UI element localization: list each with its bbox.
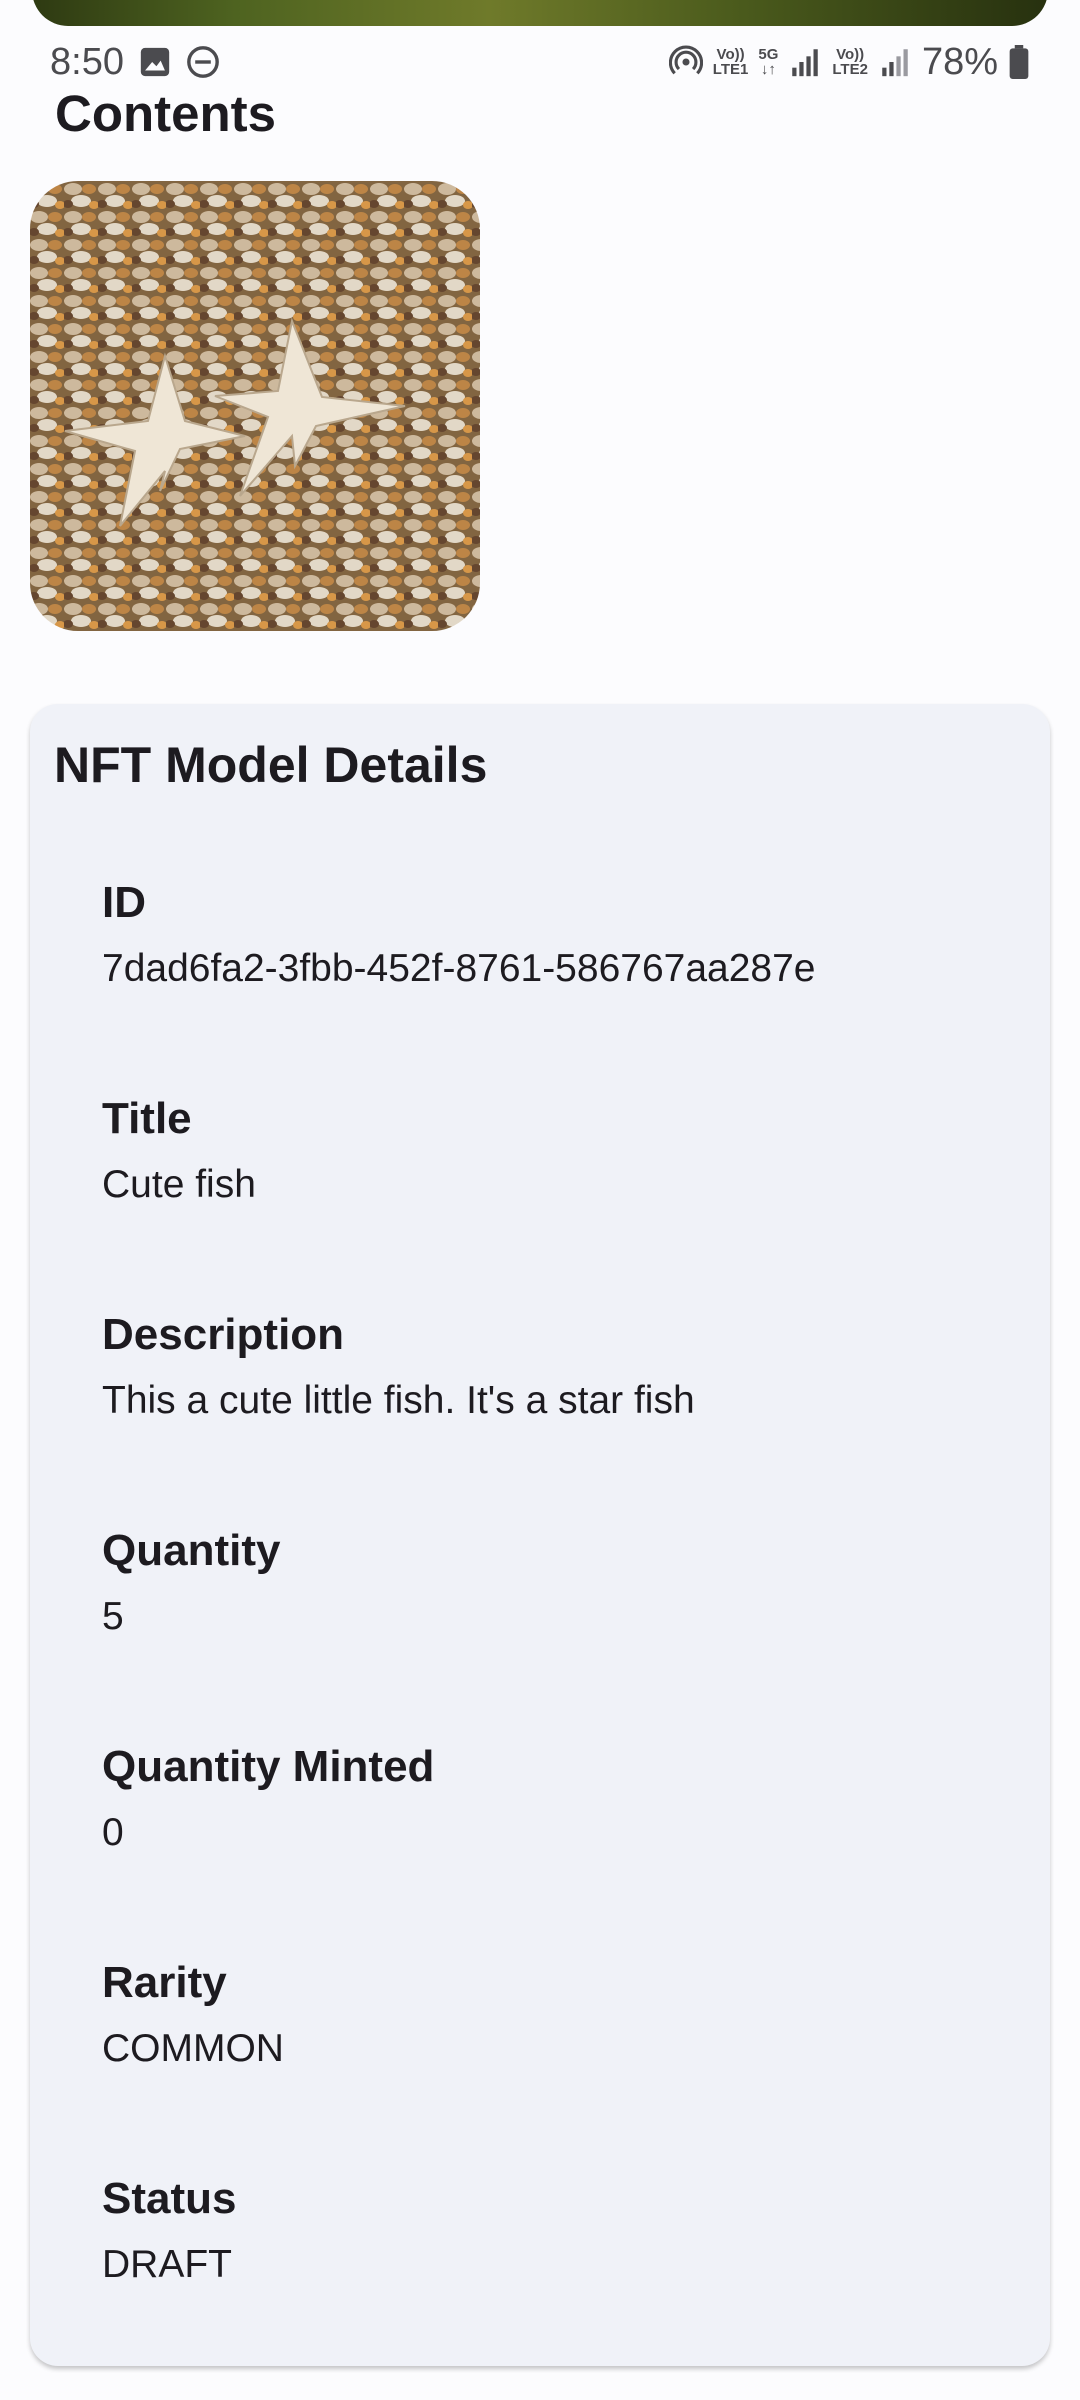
field-id: ID 7dad6fa2-3fbb-452f-8761-586767aa287e	[102, 874, 1002, 998]
status-right: Vo)) LTE1 5G ↓↑ Vo)) LTE2 78%	[668, 40, 1030, 84]
lte1-bottom: LTE1	[712, 61, 749, 78]
field-value: 7dad6fa2-3fbb-452f-8761-586767aa287e	[102, 947, 816, 990]
field-value: This a cute little fish. It's a star fis…	[102, 1379, 695, 1422]
battery-icon	[1009, 45, 1029, 79]
field-value: 0	[102, 1811, 124, 1854]
field-status: Status DRAFT	[102, 2170, 1002, 2294]
page-title: Contents	[55, 85, 276, 142]
do-not-disturb-icon	[187, 46, 219, 78]
battery-percentage: 78%	[921, 40, 998, 83]
field-label: Status	[102, 2174, 237, 2223]
field-label: Quantity Minted	[102, 1742, 435, 1791]
gallery-icon	[140, 47, 170, 77]
field-label: Rarity	[102, 1958, 227, 2007]
hotspot-icon	[668, 45, 703, 75]
field-value: Cute fish	[102, 1163, 256, 1206]
lte2-bottom: LTE2	[832, 61, 868, 78]
5g-indicator: 5G ↓↑	[758, 47, 778, 77]
starfish-image-icon	[30, 181, 480, 631]
field-title: Title Cute fish	[102, 1090, 1002, 1214]
nft-model-details-card: NFT Model Details ID 7dad6fa2-3fbb-452f-…	[30, 704, 1050, 2366]
nft-thumbnail[interactable]	[30, 181, 480, 631]
time: 8:50	[50, 40, 124, 83]
signal-icon-2	[882, 49, 908, 77]
card-title: NFT Model Details	[54, 737, 488, 793]
status-bar: 8:50 Vo)) LTE1 5G ↓↑ Vo)) LTE2 78%	[0, 34, 1080, 90]
field-rarity: Rarity COMMON	[102, 1954, 1002, 2078]
field-quantity-minted: Quantity Minted 0	[102, 1738, 1002, 1862]
status-left: 8:50	[50, 41, 220, 84]
field-quantity: Quantity 5	[102, 1522, 1002, 1646]
lte2-indicator: Vo)) LTE2	[832, 47, 868, 77]
field-value: 5	[102, 1595, 124, 1638]
field-label: Title	[102, 1094, 192, 1143]
field-value: COMMON	[102, 2027, 284, 2070]
field-label: Quantity	[102, 1526, 281, 1575]
banner-image	[32, 0, 1048, 26]
field-label: ID	[102, 878, 146, 927]
field-value: DRAFT	[102, 2243, 232, 2286]
field-label: Description	[102, 1310, 345, 1359]
field-description: Description This a cute little fish. It'…	[102, 1306, 1002, 1430]
lte1-indicator: Vo)) LTE1	[713, 47, 749, 77]
signal-icon-1	[792, 49, 819, 77]
data-arrows-icon: ↓↑	[760, 61, 776, 78]
